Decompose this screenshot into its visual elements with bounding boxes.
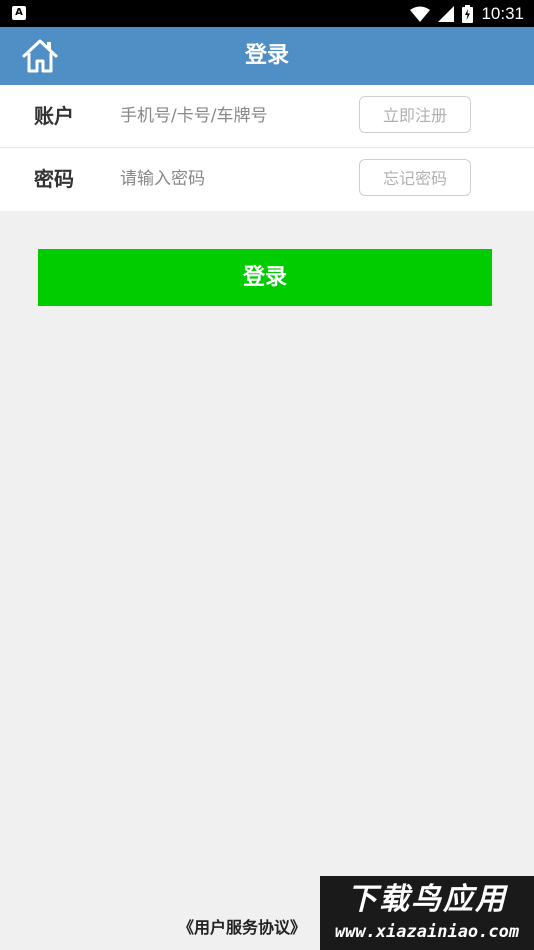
password-row: 密码 忘记密码 (0, 148, 534, 211)
status-right: 10:31 (410, 0, 524, 27)
forgot-password-button[interactable]: 忘记密码 (359, 159, 471, 196)
login-button[interactable]: 登录 (38, 249, 492, 306)
user-agreement-link[interactable]: 《用户服务协议》 (178, 914, 306, 938)
app-bar: 登录 (0, 27, 534, 85)
watermark-logo: 下载鸟应用 www.xiazainiao.com (320, 876, 534, 950)
status-time: 10:31 (481, 3, 524, 23)
wifi-icon (410, 6, 431, 22)
notification-app-icon: A (12, 6, 26, 20)
login-form: 账户 立即注册 密码 忘记密码 (0, 85, 534, 211)
password-label: 密码 (34, 167, 74, 191)
account-row: 账户 立即注册 (0, 85, 534, 148)
watermark-title: 下载鸟应用 (347, 882, 507, 917)
watermark-url: www.xiazainiao.com (334, 922, 520, 942)
account-input[interactable] (112, 98, 358, 134)
battery-icon (462, 4, 474, 23)
password-input[interactable] (112, 161, 358, 197)
status-bar: A 10:31 (0, 0, 534, 27)
cell-signal-icon (438, 5, 455, 22)
account-label: 账户 (34, 104, 74, 128)
register-button[interactable]: 立即注册 (359, 96, 471, 133)
page-title: 登录 (244, 43, 289, 68)
